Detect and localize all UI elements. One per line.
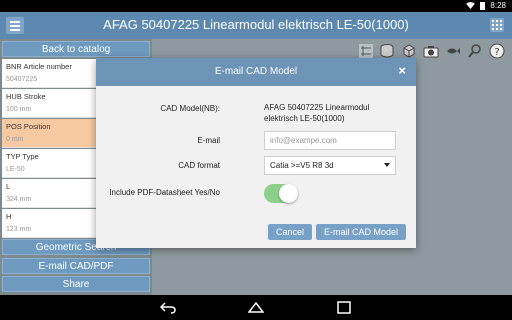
help-icon[interactable]: ? xyxy=(489,43,505,59)
dialog-header: E-mail CAD Model × xyxy=(96,58,416,86)
cancel-button[interactable]: Cancel xyxy=(268,224,312,240)
include-pdf-label: Include PDF-Datasheet Yes/No xyxy=(109,188,220,197)
svg-text:?: ? xyxy=(494,47,499,58)
recents-nav-icon[interactable] xyxy=(336,301,352,314)
toggle-knob xyxy=(279,184,298,203)
back-nav-icon[interactable] xyxy=(160,301,176,314)
cad-model-value: AFAG 50407225 Linearmodul elektrisch LE-… xyxy=(264,103,370,123)
system-nav-bar xyxy=(0,295,512,320)
email-label: E-mail xyxy=(197,136,220,145)
title-bar: AFAG 50407225 Linearmodul elektrisch LE-… xyxy=(0,12,512,39)
status-time: 8:28 xyxy=(490,1,506,10)
close-icon[interactable]: × xyxy=(398,63,406,78)
battery-icon xyxy=(480,1,486,10)
email-cad-model-button[interactable]: E-mail CAD Model xyxy=(316,224,406,240)
include-pdf-toggle[interactable] xyxy=(264,184,298,203)
wifi-icon xyxy=(466,2,476,9)
cad-model-label: CAD Model(NB): xyxy=(160,104,220,113)
grid-menu-icon[interactable] xyxy=(490,18,504,32)
page-title: AFAG 50407225 Linearmodul elektrisch LE-… xyxy=(103,17,409,32)
database-icon[interactable] xyxy=(379,43,395,59)
dropdown-arrow-icon xyxy=(384,163,390,167)
home-nav-icon[interactable] xyxy=(248,301,264,314)
cad-format-value: Catia >=V5 R8 3d xyxy=(270,161,334,170)
back-to-catalog-button[interactable]: Back to catalog xyxy=(2,41,150,57)
email-field[interactable]: info@exampe.com xyxy=(264,131,396,150)
dialog-title: E-mail CAD Model xyxy=(214,66,298,77)
share-button[interactable]: Share xyxy=(2,276,150,292)
cube-view-icon[interactable] xyxy=(401,43,417,59)
cad-format-label: CAD format xyxy=(178,161,220,170)
zoom-icon[interactable] xyxy=(467,43,483,59)
status-bar: 8:28 xyxy=(0,0,512,12)
email-cad-pdf-button[interactable]: E-mail CAD/PDF xyxy=(2,258,150,274)
dimension-icon[interactable] xyxy=(358,43,374,59)
camera-icon[interactable] xyxy=(423,43,439,59)
email-cad-dialog: E-mail CAD Model × CAD Model(NB): AFAG 5… xyxy=(96,58,416,248)
cad-format-select[interactable]: Catia >=V5 R8 3d xyxy=(264,156,396,175)
fish-icon[interactable] xyxy=(445,43,461,59)
